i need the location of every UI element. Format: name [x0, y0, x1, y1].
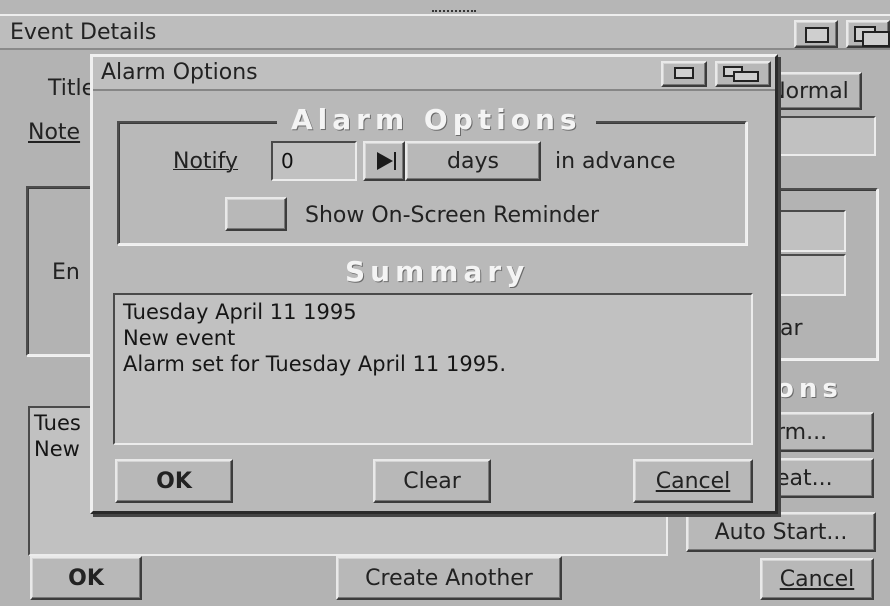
- alarm-cancel-button[interactable]: Cancel: [633, 459, 753, 503]
- start-date-field[interactable]: [776, 210, 846, 252]
- alarm-button-label: rm...: [776, 419, 828, 445]
- alarm-ok-button[interactable]: OK: [115, 459, 233, 503]
- event-cancel-button-label: Cancel: [779, 566, 855, 592]
- unit-value-text: days: [447, 148, 499, 174]
- options-group-title: ons: [776, 374, 843, 404]
- event-cancel-button[interactable]: Cancel: [760, 558, 874, 600]
- normal-button-label: Normal: [769, 78, 849, 104]
- summary-line: New event: [123, 326, 236, 350]
- maximize-icon[interactable]: [715, 61, 771, 87]
- end-date-field[interactable]: [776, 254, 846, 296]
- auto-start-button-label: Auto Start...: [714, 519, 848, 545]
- alarm-options-titlebar[interactable]: Alarm Options: [93, 57, 775, 91]
- unit-selector[interactable]: days: [405, 141, 541, 181]
- notify-value-text: 0: [281, 149, 294, 173]
- notify-value-input[interactable]: 0: [271, 141, 357, 181]
- event-ok-button[interactable]: OK: [30, 556, 142, 600]
- alarm-options-group-title: Alarm Options: [277, 103, 596, 136]
- iconify-icon[interactable]: [794, 20, 838, 48]
- show-reminder-checkbox[interactable]: [225, 197, 287, 231]
- alarm-ok-button-label: OK: [156, 468, 192, 494]
- summary-line: Alarm set for Tuesday April 11 1995.: [123, 352, 507, 376]
- play-triangle-icon: [377, 152, 396, 170]
- alarm-cancel-button-label: Cancel: [655, 468, 731, 494]
- summary-text: Tuesday April 11 1995 New event Alarm set …: [115, 295, 751, 381]
- alarm-dialog-title: Alarm Options: [101, 60, 258, 85]
- maximize-icon[interactable]: [846, 20, 890, 48]
- create-another-button[interactable]: Create Another: [336, 556, 562, 600]
- notes-label: Note: [28, 120, 81, 145]
- event-details-title: Event Details: [10, 20, 157, 45]
- in-advance-label: in advance: [555, 149, 676, 174]
- event-ok-button-label: OK: [68, 565, 104, 591]
- summary-title: Summary: [331, 255, 544, 288]
- alarm-clear-button-label: Clear: [403, 468, 461, 494]
- create-another-button-label: Create Another: [365, 565, 533, 591]
- event-details-titlebar[interactable]: Event Details: [0, 16, 890, 50]
- alarm-clear-button[interactable]: Clear: [373, 459, 491, 503]
- iconify-icon[interactable]: [661, 61, 707, 87]
- notify-label-text: Notify: [173, 149, 239, 174]
- notify-label: Notify: [173, 149, 238, 174]
- summary-line: Tuesday April 11 1995: [123, 300, 357, 324]
- end-label: En: [52, 260, 80, 285]
- summary-box: Tuesday April 11 1995 New event Alarm set …: [113, 293, 753, 445]
- calendar-label: ar: [780, 316, 803, 341]
- top-edge-marker: [432, 10, 476, 14]
- repeat-button-label: eat...: [776, 465, 833, 491]
- auto-start-button[interactable]: Auto Start...: [686, 512, 876, 552]
- show-reminder-label-text: Show On-Screen Reminder: [305, 203, 600, 228]
- title-label: Title: [48, 76, 96, 101]
- unit-cycle-button[interactable]: [363, 141, 405, 181]
- alarm-options-dialog: Alarm Options Alarm Options Notify 0 day…: [90, 54, 778, 514]
- show-reminder-label[interactable]: Show On-Screen Reminder: [305, 203, 599, 228]
- notes-field[interactable]: [768, 116, 876, 156]
